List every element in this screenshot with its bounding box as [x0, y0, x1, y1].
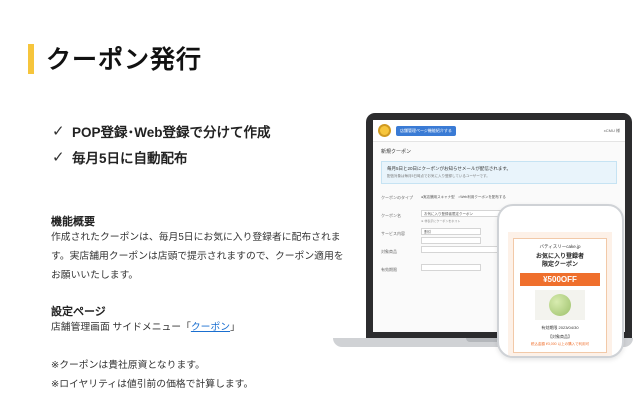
coupon-condition: 税込金額 ¥3,000 以上の購入で利用可	[530, 342, 590, 346]
note-item: ※ロイヤリティは値引前の価格で計算します。	[51, 379, 254, 390]
page-title: クーポン発行	[46, 46, 203, 74]
form-label: クーポンのタイプ	[381, 195, 413, 200]
info-sub: 配信対象は毎月5日時点でお気に入り登録しているユーザーです。	[387, 174, 490, 178]
check-icon: ✓	[52, 123, 65, 140]
coupon-title: お気に入り登録者 限定クーポン	[517, 253, 603, 269]
form-label: 対象商品	[381, 249, 397, 254]
form-label: クーポン名	[381, 213, 401, 218]
phone-mockup: バティスリーcake.jp お気に入り登録者 限定クーポン ¥500OFF 有効…	[497, 204, 624, 358]
form-label: サービス内容	[381, 231, 405, 236]
notes: ※クーポンは貴社原資となります。 ※ロイヤリティは値引前の価格で計算します。	[51, 356, 253, 394]
check-icon: ✓	[52, 149, 65, 166]
feature-item: ✓ POP登録･Web登録で分けて作成	[52, 118, 271, 144]
feature-text: 毎月5日に自動配布	[72, 151, 188, 166]
feature-item: ✓ 毎月5日に自動配布	[52, 144, 271, 170]
settings-heading: 設定ページ	[51, 306, 106, 318]
expiry-input[interactable]	[421, 264, 481, 271]
app-header: 店舗管理ページ機能紹介する xCMU 様	[373, 120, 625, 142]
amount-input[interactable]	[421, 237, 481, 244]
phone-screen: バティスリーcake.jp お気に入り登録者 限定クーポン ¥500OFF 有効…	[508, 232, 612, 356]
screen-heading: 新規クーポン	[381, 149, 412, 155]
settings-path: 店舗管理画面 サイドメニュー「クーポン」	[51, 318, 351, 337]
coupon-target: 【対象商品】	[548, 334, 572, 339]
coupon-expiry: 有効期限 2023/04/30	[541, 325, 579, 330]
note-item: ※クーポンは貴社原資となります。	[51, 360, 205, 371]
coupon-card[interactable]: バティスリーcake.jp お気に入り登録者 限定クーポン ¥500OFF 有効…	[513, 238, 607, 353]
store-logo-icon	[378, 124, 391, 137]
info-box: 毎月5日と20日にクーポンがお知らせメールが配信されます。 配信対象は毎月5日時…	[381, 161, 617, 184]
user-label[interactable]: xCMU 様	[604, 128, 620, 134]
overview-heading: 機能概要	[51, 216, 95, 228]
header-button[interactable]: 店舗管理ページ機能紹介する	[396, 125, 456, 136]
coupon-title-line: お気に入り登録者	[535, 254, 584, 260]
coupon-type-radio[interactable]: ●実店舗用スキャナ型 ○Web利用クーポンを配布する	[421, 192, 617, 200]
coupon-title-line: 限定クーポン	[541, 262, 578, 268]
settings-path-text: 店舗管理画面 サイドメニュー「	[51, 322, 191, 333]
product-image	[535, 290, 585, 320]
form-label: 有効期限	[381, 267, 397, 272]
info-main: 毎月5日と20日にクーポンがお知らせメールが配信されます。	[387, 166, 511, 171]
coupon-shop: バティスリーcake.jp	[539, 244, 581, 249]
coupon-discount: ¥500OFF	[520, 273, 600, 286]
service-select[interactable]: 割引	[421, 228, 481, 235]
melon-icon	[549, 294, 571, 316]
overview-body: 作成されたクーポンは、毎月5日にお気に入り登録者に配布されます。実店舗用クーポン…	[51, 232, 344, 281]
coupon-link[interactable]: クーポン	[191, 322, 230, 333]
settings-path-end: 」	[230, 322, 240, 333]
title-accent-bar	[28, 44, 34, 74]
feature-list: ✓ POP登録･Web登録で分けて作成 ✓ 毎月5日に自動配布	[52, 118, 271, 170]
feature-text: POP登録･Web登録で分けて作成	[72, 125, 271, 140]
